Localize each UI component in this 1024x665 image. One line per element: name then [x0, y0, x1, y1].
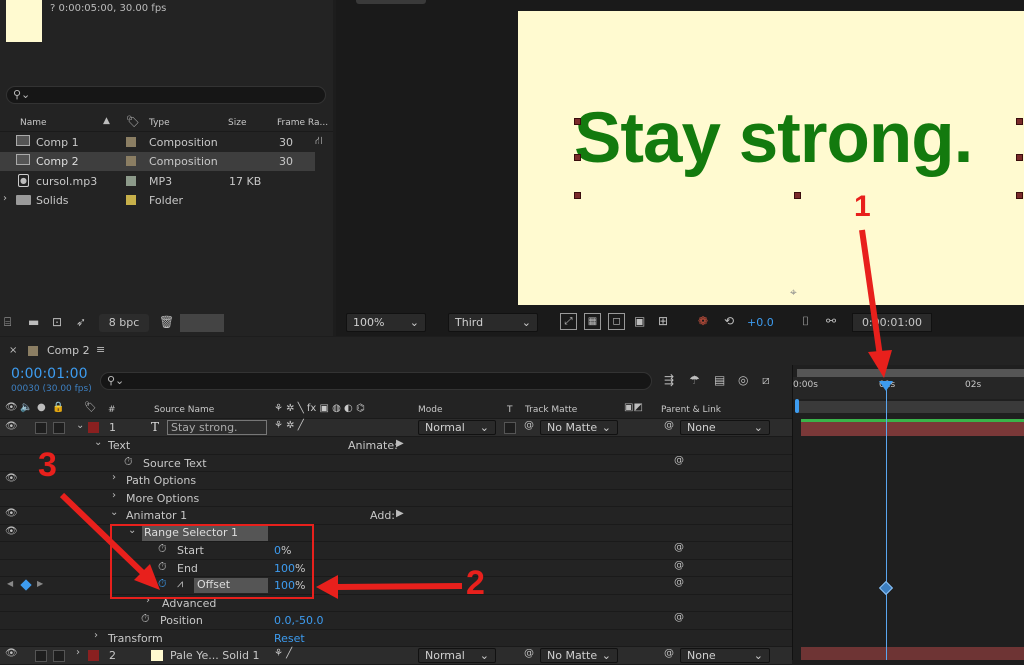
annotation-number-2: 2	[466, 564, 485, 602]
annotation-number-1: 1	[854, 190, 871, 223]
annotation-overlay	[59, 229, 892, 599]
arrow-1-head	[868, 350, 892, 378]
annotation-number-3: 3	[38, 446, 57, 484]
arrow-3	[59, 492, 147, 577]
arrow-2	[334, 583, 463, 590]
arrow-2-head	[316, 575, 338, 599]
arrow-1	[859, 229, 883, 357]
highlight-box	[110, 524, 314, 599]
